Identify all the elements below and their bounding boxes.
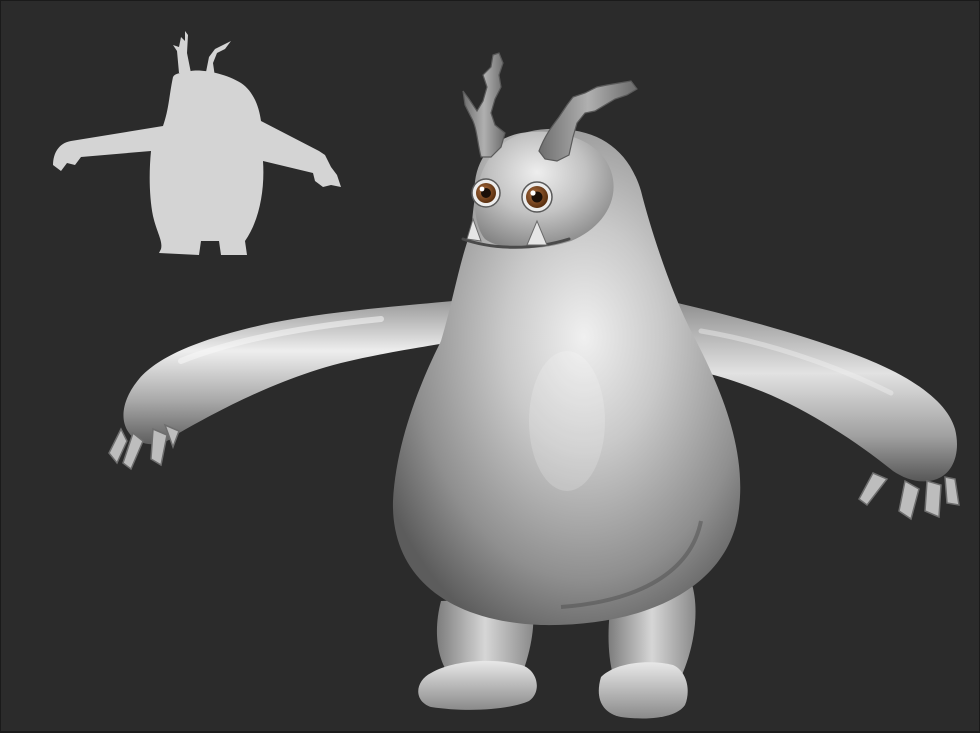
left-foot <box>418 660 537 710</box>
silhouette-antler-left <box>173 31 191 73</box>
claw-icon <box>924 480 942 519</box>
silhouette-body <box>53 70 341 255</box>
claw-icon <box>944 476 960 506</box>
right-claws <box>858 472 960 521</box>
sculpt-viewport[interactable] <box>1 1 979 731</box>
left-antler <box>462 52 506 158</box>
claw-icon <box>150 427 168 467</box>
claw-icon <box>898 479 920 521</box>
viewport-canvas[interactable] <box>1 1 979 731</box>
claw-icon <box>858 472 889 507</box>
right-foot <box>598 662 688 719</box>
left-arm <box>123 301 457 445</box>
silhouette-thumbnail <box>53 31 341 255</box>
antlers <box>462 52 638 162</box>
